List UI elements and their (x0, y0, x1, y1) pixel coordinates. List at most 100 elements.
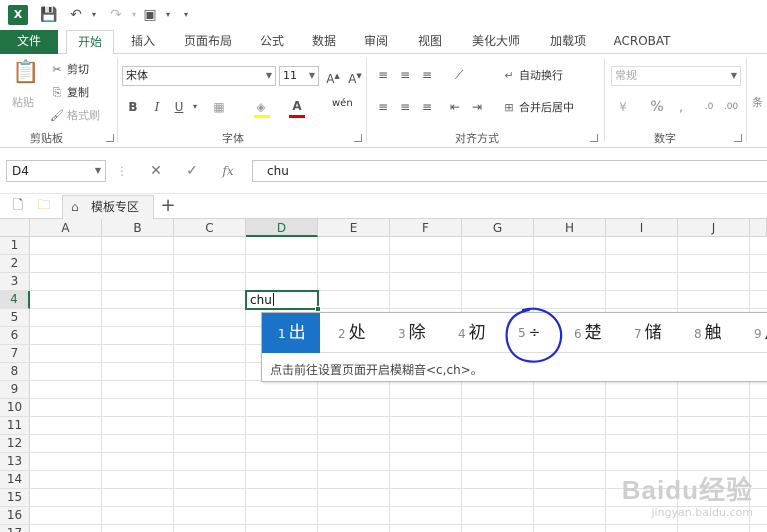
save-icon[interactable]: 💾 (40, 7, 57, 23)
tab-acrobat[interactable]: ACROBAT (608, 30, 676, 54)
ime-candidate-selected[interactable]: 1出 (262, 313, 320, 353)
new-file-icon[interactable]: 🗋 (10, 198, 26, 214)
row-header[interactable]: 11 (0, 417, 30, 435)
column-header[interactable]: J (678, 219, 750, 237)
align-top-icon[interactable]: ≡ (374, 66, 392, 84)
camera-icon[interactable]: ▣ (142, 7, 158, 23)
conditional-format-button[interactable]: 条 (752, 94, 763, 110)
add-tab-icon[interactable]: + (160, 197, 176, 215)
column-header[interactable]: H (534, 219, 606, 237)
currency-icon[interactable]: ¥ (614, 98, 632, 116)
tab-addins[interactable]: 加载项 (540, 30, 596, 54)
column-header-selected[interactable]: D (246, 219, 318, 237)
percent-button[interactable]: % (648, 98, 666, 116)
wrap-text-button[interactable]: ↵ 自动换行 (502, 67, 563, 83)
shrink-font-icon[interactable]: A▼ (346, 67, 364, 86)
increase-decimal-icon[interactable]: .0 (700, 98, 718, 116)
column-header[interactable]: I (606, 219, 678, 237)
select-all-corner[interactable] (0, 219, 30, 237)
row-header[interactable]: 1 (0, 237, 30, 255)
row-header[interactable]: 13 (0, 453, 30, 471)
formula-input[interactable]: chu (252, 160, 767, 182)
name-box[interactable]: D4 ▼ (6, 160, 106, 182)
merge-center-button[interactable]: ⊞ 合并后居中 (502, 99, 574, 115)
row-header[interactable]: 5 (0, 309, 30, 327)
tab-file[interactable]: 文件 (0, 30, 58, 54)
row-header[interactable]: 12 (0, 435, 30, 453)
align-middle-icon[interactable]: ≡ (396, 66, 414, 84)
row-header[interactable]: 17 (0, 525, 30, 532)
row-header[interactable]: 10 (0, 399, 30, 417)
row-header[interactable]: 15 (0, 489, 30, 507)
italic-button[interactable]: I (148, 98, 166, 116)
bold-button[interactable]: B (124, 98, 142, 116)
borders-icon[interactable]: ▦ (210, 98, 228, 116)
enter-icon[interactable]: ✓ (182, 162, 202, 180)
ime-candidate[interactable]: 3除 (398, 313, 426, 353)
redo-icon[interactable]: ↷ (108, 7, 124, 23)
active-cell-d4[interactable]: chu (245, 290, 321, 312)
column-header[interactable] (750, 219, 767, 237)
number-launcher-icon[interactable] (734, 134, 742, 142)
ime-candidate[interactable]: 4初 (458, 313, 486, 353)
column-header[interactable]: G (462, 219, 534, 237)
comma-button[interactable]: , (672, 98, 690, 116)
align-bottom-icon[interactable]: ≡ (418, 66, 436, 84)
tab-review[interactable]: 审阅 (356, 30, 396, 54)
row-header[interactable]: 8 (0, 363, 30, 381)
underline-dropdown-icon[interactable]: ▾ (186, 98, 204, 116)
tab-formulas[interactable]: 公式 (252, 30, 292, 54)
align-right-icon[interactable]: ≡ (418, 98, 436, 116)
camera-dropdown-icon[interactable]: ▾ (160, 7, 176, 23)
fill-color-icon[interactable]: ◈ (252, 98, 270, 116)
column-header[interactable]: B (102, 219, 174, 237)
column-header[interactable]: E (318, 219, 390, 237)
ime-candidate[interactable]: 2处 (338, 313, 366, 353)
font-color-icon[interactable]: A (288, 97, 306, 115)
clipboard-launcher-icon[interactable] (106, 134, 114, 142)
tab-beautify[interactable]: 美化大师 (464, 30, 528, 54)
tab-insert[interactable]: 插入 (122, 30, 164, 54)
paste-button[interactable]: 粘贴 (12, 94, 34, 110)
tab-home[interactable]: 开始 (66, 30, 114, 55)
copy-button[interactable]: ⎘ 复制 (50, 84, 89, 100)
template-zone-tab[interactable]: ⌂ 模板专区 (62, 195, 154, 219)
grow-font-icon[interactable]: A▲ (324, 67, 342, 86)
number-format-select[interactable]: 常规 ▼ (611, 66, 741, 86)
column-header[interactable]: F (390, 219, 462, 237)
align-center-icon[interactable]: ≡ (396, 98, 414, 116)
decrease-indent-icon[interactable]: ⇤ (446, 98, 464, 116)
row-header[interactable]: 6 (0, 327, 30, 345)
cut-button[interactable]: ✂ 剪切 (50, 61, 89, 77)
row-header[interactable]: 16 (0, 507, 30, 525)
column-header[interactable]: A (30, 219, 102, 237)
column-header[interactable]: C (174, 219, 246, 237)
increase-indent-icon[interactable]: ⇥ (468, 98, 486, 116)
row-header[interactable]: 14 (0, 471, 30, 489)
customize-qat-icon[interactable]: ▾ (178, 7, 194, 23)
phonetic-guide-button[interactable]: wén (332, 98, 353, 109)
undo-icon[interactable]: ↶ (68, 7, 84, 23)
alignment-launcher-icon[interactable] (590, 134, 598, 142)
font-size-select[interactable]: 11 ▼ (279, 66, 319, 86)
ime-candidate[interactable]: 8触 (694, 313, 722, 353)
ime-candidate[interactable]: 5 ÷ (518, 313, 540, 353)
orientation-icon[interactable]: ⟋ (450, 66, 468, 84)
paste-icon[interactable]: 📋 (12, 60, 39, 88)
insert-function-icon[interactable]: fx (218, 162, 238, 180)
align-left-icon[interactable]: ≡ (374, 98, 392, 116)
row-header-selected[interactable]: 4 (0, 291, 30, 309)
tab-data[interactable]: 数据 (304, 30, 344, 54)
undo-dropdown-icon[interactable]: ▾ (86, 7, 102, 23)
row-header[interactable]: 7 (0, 345, 30, 363)
row-header[interactable]: 2 (0, 255, 30, 273)
row-header[interactable]: 3 (0, 273, 30, 291)
format-painter-button[interactable]: 🖌 格式刷 (50, 107, 100, 123)
tab-page-layout[interactable]: 页面布局 (176, 30, 240, 54)
folder-icon[interactable]: 🗀 (36, 198, 52, 214)
decrease-decimal-icon[interactable]: .00 (722, 98, 740, 116)
row-header[interactable]: 9 (0, 381, 30, 399)
redo-dropdown-icon[interactable]: ▾ (126, 7, 142, 23)
font-name-select[interactable]: 宋体 ▼ (122, 66, 276, 86)
cancel-icon[interactable]: ✕ (146, 162, 166, 180)
